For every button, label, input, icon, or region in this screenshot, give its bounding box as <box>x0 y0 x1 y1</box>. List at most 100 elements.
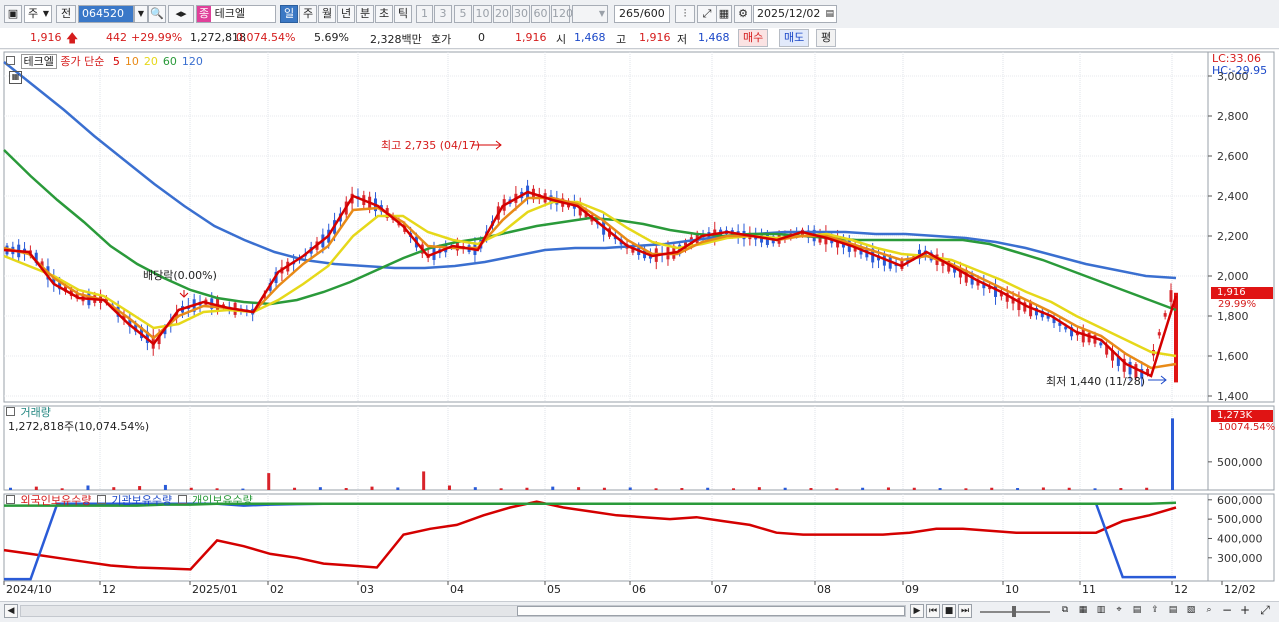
legend-stock-name: 테크엘 <box>20 54 57 69</box>
high-label: 고 <box>616 33 627 46</box>
chevron-down-icon: ▼ <box>42 9 49 18</box>
period-tab-0[interactable]: 일 <box>280 5 298 23</box>
prev-button[interactable]: 전 <box>56 5 76 23</box>
layout-icon[interactable]: ▥ <box>1094 604 1108 618</box>
legend-ma-1: 10 <box>124 55 139 68</box>
low-annotation: 최저 1,440 (11/28) <box>1046 375 1146 388</box>
volume-bar <box>293 487 297 490</box>
x-tick-label: 2025/01 <box>192 583 238 596</box>
stock-code-input[interactable]: 064520 <box>78 5 134 23</box>
hoga-label: 호가 <box>431 33 452 46</box>
legend-institution: 기관보유수량 <box>111 494 173 507</box>
zoom-out-icon[interactable]: − <box>1220 604 1234 618</box>
zoom-in-icon[interactable]: + <box>1238 604 1252 618</box>
legend-ma-2: 20 <box>143 55 158 68</box>
candle-type-icon[interactable]: ⫶ <box>675 5 695 23</box>
grid-icon[interactable]: ▦ <box>1076 604 1090 618</box>
x-tick-label: 12/02 <box>1224 583 1256 596</box>
zoom-slider[interactable] <box>980 606 1050 617</box>
interval-button-5[interactable]: 30 <box>512 5 530 23</box>
search-icon[interactable]: 🔍 <box>148 5 166 23</box>
period-tab-6[interactable]: 틱 <box>394 5 412 23</box>
avg-button[interactable]: 평 <box>816 29 837 47</box>
period-tab-1[interactable]: 주 <box>299 5 317 23</box>
crosshair-icon[interactable]: ⌖ <box>1112 604 1126 618</box>
speaker-icon[interactable]: ◂▸ <box>168 5 194 23</box>
period-tab-3[interactable]: 년 <box>337 5 355 23</box>
x-tick-label: 12 <box>102 583 116 596</box>
rewind-icon[interactable]: ⏮ <box>926 604 940 618</box>
code-dropdown-icon[interactable]: ▼ <box>134 5 148 23</box>
chart-icon[interactable]: ▧ <box>1184 604 1198 618</box>
legend-foreign: 외국인보유수량 <box>20 494 92 507</box>
interval-custom-select[interactable]: ▼ <box>572 5 608 23</box>
interval-button-3[interactable]: 10 <box>473 5 492 23</box>
fullscreen-icon[interactable]: ⤢ <box>1258 604 1272 618</box>
interval-button-7[interactable]: 120 <box>551 5 573 23</box>
interval-button-0[interactable]: 1 <box>416 5 433 23</box>
volume-bar <box>396 487 400 490</box>
volume-bar <box>654 488 658 490</box>
turnover-rate: 5.69% <box>314 31 349 44</box>
price-axis-label: 1,600 <box>1217 350 1249 363</box>
volume-axis-label: 500,000 <box>1217 456 1263 469</box>
horizontal-scrollbar[interactable] <box>20 605 906 617</box>
interval-button-6[interactable]: 60 <box>531 5 550 23</box>
volume-bar <box>189 487 193 490</box>
volume-bar <box>318 487 322 490</box>
chart-area[interactable]: 2024/10 12 2025/01 02 03 04 05 06 07 08 09 10 11 12 12… <box>0 50 1279 621</box>
x-tick-label: 04 <box>450 583 464 596</box>
period-tab-2[interactable]: 월 <box>318 5 336 23</box>
scroll-right-icon[interactable]: ▶ <box>910 604 924 618</box>
volume-bar <box>499 488 503 490</box>
interval-button-1[interactable]: 3 <box>434 5 452 23</box>
date-input[interactable]: 2025/12/02 ▤ <box>753 5 837 23</box>
zoom-slider-thumb[interactable] <box>1012 606 1016 617</box>
settings-icon[interactable]: ▦ <box>9 71 22 84</box>
interval-button-4[interactable]: 20 <box>493 5 511 23</box>
legend-box-icon <box>6 56 15 65</box>
volume-bar <box>1041 487 1045 490</box>
gear-icon[interactable]: ⚙ <box>734 5 752 23</box>
open-label: 시 <box>556 33 567 46</box>
magnifier-icon[interactable]: ⌕ <box>1202 604 1216 618</box>
interval-button-2[interactable]: 5 <box>454 5 472 23</box>
save-icon[interactable]: ▦ <box>716 5 732 23</box>
stock-name-field[interactable]: 종 테크엘 <box>196 5 276 23</box>
volume-bar <box>628 487 632 490</box>
dividend-annotation: 배당락(0.00%) <box>143 269 217 282</box>
volume-bar <box>86 485 90 490</box>
buy-button[interactable]: 매수 <box>738 29 769 47</box>
legend-box-icon <box>177 495 187 504</box>
export-icon[interactable]: ⇪ <box>1148 604 1162 618</box>
fast-forward-icon[interactable]: ⏭ <box>958 604 972 618</box>
volume-bar <box>1093 488 1097 490</box>
x-tick-label: 10 <box>1005 583 1019 596</box>
volume-bar <box>964 488 968 490</box>
stock-chart-svg[interactable]: 2024/10 12 2025/01 02 03 04 05 06 07 08 09 10 11 12 12… <box>0 50 1279 601</box>
low-price: 1,468 <box>698 31 730 44</box>
volume-bar <box>912 487 916 490</box>
stop-icon[interactable]: ■ <box>942 604 956 618</box>
scrollbar-thumb[interactable] <box>517 606 905 616</box>
legend-ma-3: 60 <box>162 55 177 68</box>
period-tab-4[interactable]: 분 <box>356 5 374 23</box>
volume-bar <box>757 487 761 490</box>
period-tab-5[interactable]: 초 <box>375 5 393 23</box>
table-icon[interactable]: ▤ <box>1166 604 1180 618</box>
sell-button[interactable]: 매도 <box>779 29 810 47</box>
volume-bar <box>602 487 606 490</box>
high-annotation: 최고 2,735 (04/17) <box>381 139 481 152</box>
window-icon[interactable]: ▣ <box>4 5 22 23</box>
draw-tool-icon[interactable]: ⤢ <box>697 5 717 23</box>
volume-bar <box>1016 488 1020 490</box>
chart-type-select[interactable]: 주 ▼ <box>24 5 52 23</box>
volume-bar <box>267 473 271 490</box>
volume-bar <box>422 471 426 490</box>
print-icon[interactable]: ▤ <box>1130 604 1144 618</box>
volume-bar <box>577 487 581 490</box>
data-count-input[interactable]: 265/600 <box>614 5 670 23</box>
price-axis-label: 1,400 <box>1217 390 1249 403</box>
copy-icon[interactable]: ⧉ <box>1058 604 1072 618</box>
scroll-left-icon[interactable]: ◀ <box>4 604 18 618</box>
